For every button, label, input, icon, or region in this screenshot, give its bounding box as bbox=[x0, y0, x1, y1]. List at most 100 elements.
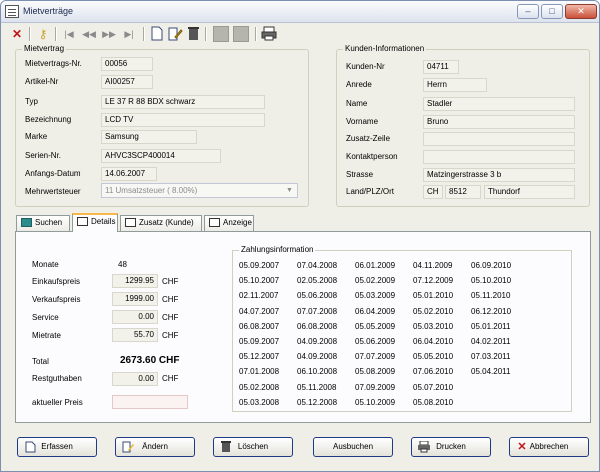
zahlung-date: 06.01.2009 bbox=[355, 261, 396, 270]
marke-label: Marke bbox=[25, 132, 48, 141]
loeschen-button[interactable]: Löschen bbox=[213, 437, 293, 457]
ort-label: Land/PLZ/Ort bbox=[346, 187, 395, 196]
strasse-label: Strasse bbox=[346, 170, 374, 179]
last-icon[interactable]: ▶| bbox=[121, 26, 137, 42]
artikel-nr-label: Artikel-Nr bbox=[25, 77, 59, 86]
new-doc-icon[interactable] bbox=[149, 26, 165, 42]
aendern-button[interactable]: Ändern bbox=[115, 437, 195, 457]
serien-label: Serien-Nr. bbox=[25, 151, 62, 160]
minimize-button[interactable]: – bbox=[517, 4, 539, 19]
kontakt-field[interactable] bbox=[423, 150, 575, 164]
delete-icon[interactable] bbox=[185, 26, 201, 42]
next-icon[interactable]: ▶▶ bbox=[101, 26, 117, 42]
mwst-select[interactable]: 11 Umsatzsteuer ( 8.00%) ▼ bbox=[101, 183, 298, 198]
ort-field[interactable]: Thundorf bbox=[484, 185, 575, 199]
rest-field[interactable]: 0.00 bbox=[112, 372, 158, 386]
serien-field[interactable]: AHVC3SCP400014 bbox=[101, 149, 221, 163]
anrede-label: Anrede bbox=[346, 80, 372, 89]
service-field[interactable]: 0.00 bbox=[112, 310, 158, 324]
aktuell-field[interactable] bbox=[112, 395, 188, 409]
vorname-field[interactable]: Bruno bbox=[423, 115, 575, 129]
zahlung-date: 06.04.2009 bbox=[355, 306, 396, 316]
title-bar: Mietverträge – □ ✕ bbox=[1, 1, 599, 23]
zahlung-date: 05.03.2008 bbox=[239, 397, 280, 407]
zahlung-date: 04.02.2011 bbox=[471, 337, 511, 346]
kunden-nr-label: Kunden-Nr bbox=[346, 62, 385, 71]
drucken-button[interactable]: Drucken bbox=[411, 437, 491, 457]
zahlung-date: 05.01.2010 bbox=[413, 291, 454, 301]
typ-field[interactable]: LE 37 R 88 BDX schwarz bbox=[101, 95, 265, 109]
chevron-down-icon[interactable]: ▼ bbox=[284, 185, 295, 196]
erfassen-label: Erfassen bbox=[41, 442, 73, 451]
zahlung-date: 06.10.2008 bbox=[297, 367, 338, 377]
kontakt-label: Kontaktperson bbox=[346, 152, 398, 161]
edit-doc-icon[interactable] bbox=[167, 26, 183, 42]
zahlung-date: 05.06.2009 bbox=[355, 337, 396, 346]
zusatz-label: Zusatz-Zeile bbox=[346, 134, 391, 143]
plz-field[interactable]: 8512 bbox=[445, 185, 481, 199]
zahlung-date: 06.04.2010 bbox=[413, 337, 454, 346]
abbrechen-button[interactable]: ✕ Abbrechen bbox=[509, 437, 589, 457]
aendern-label: Ändern bbox=[142, 442, 168, 451]
zahlung-date: 02.05.2008 bbox=[297, 276, 338, 286]
tab-zusatz-label: Zusatz (Kunde) bbox=[139, 218, 194, 227]
aktuell-label: aktueller Preis bbox=[32, 398, 83, 407]
abbrechen-label: Abbrechen bbox=[529, 442, 569, 451]
key-icon[interactable]: ⚷ bbox=[35, 26, 51, 42]
tab-suchen[interactable]: Suchen bbox=[16, 215, 70, 231]
typ-label: Typ bbox=[25, 97, 38, 106]
kunden-nr-field[interactable]: 04711 bbox=[423, 60, 459, 74]
zahlung-date: 04.09.2008 bbox=[297, 337, 338, 346]
zahlung-date: 05.11.2008 bbox=[297, 382, 337, 392]
close-red-icon[interactable]: ✕ bbox=[9, 26, 25, 42]
maximize-button[interactable]: □ bbox=[541, 4, 563, 19]
zahlung-date: 05.01.2011 bbox=[471, 321, 511, 331]
zahlung-date: 07.04.2008 bbox=[297, 261, 338, 270]
ausbuchen-label: Ausbuchen bbox=[332, 442, 374, 451]
details-tab-icon bbox=[77, 217, 88, 226]
first-icon[interactable]: |◀ bbox=[61, 26, 77, 42]
zahlung-date: 05.10.2010 bbox=[471, 276, 512, 286]
zusatz-field[interactable] bbox=[423, 132, 575, 146]
anfang-field[interactable]: 14.06.2007 bbox=[101, 167, 157, 181]
kunden-title: Kunden-Informationen bbox=[343, 44, 427, 53]
verkauf-currency: CHF bbox=[162, 295, 179, 304]
zahlung-date: 07.09.2009 bbox=[355, 382, 396, 392]
erfassen-button[interactable]: Erfassen bbox=[17, 437, 97, 457]
print-icon[interactable] bbox=[261, 26, 277, 42]
artikel-nr-field[interactable]: AI00257 bbox=[101, 75, 153, 89]
verkauf-field[interactable]: 1999.00 bbox=[112, 292, 158, 306]
zahlung-date: 06.12.2010 bbox=[471, 306, 512, 316]
mietrate-field[interactable]: 55.70 bbox=[112, 328, 158, 342]
zahlung-date: 04.07.2007 bbox=[239, 306, 280, 316]
einkauf-field[interactable]: 1299.95 bbox=[112, 274, 158, 288]
tab-details[interactable]: Details bbox=[72, 213, 118, 232]
zahlung-date: 04.11.2009 bbox=[413, 261, 453, 270]
close-window-button[interactable]: ✕ bbox=[565, 4, 597, 19]
zahlung-date: 05.12.2008 bbox=[297, 397, 338, 407]
vertrag-nr-field[interactable]: 00056 bbox=[101, 57, 153, 71]
loeschen-label: Löschen bbox=[237, 442, 269, 451]
zahlung-title: Zahlungsinformation bbox=[239, 245, 316, 254]
strasse-field[interactable]: Matzingerstrasse 3 b bbox=[423, 168, 575, 182]
zahlung-date: 05.12.2007 bbox=[239, 352, 280, 362]
zahlung-date: 05.08.2010 bbox=[413, 397, 454, 407]
name-field[interactable]: Stadler bbox=[423, 97, 575, 111]
edit-doc-icon bbox=[122, 441, 134, 453]
print-icon bbox=[418, 440, 430, 453]
zahlung-date: 07.12.2009 bbox=[413, 276, 454, 286]
ausbuchen-button[interactable]: Ausbuchen bbox=[313, 437, 393, 457]
zahlung-date: 07.01.2008 bbox=[239, 367, 280, 377]
tab-anzeige[interactable]: Anzeige bbox=[204, 215, 254, 231]
anrede-field[interactable]: Herrn bbox=[423, 78, 487, 92]
marke-field[interactable]: Samsung bbox=[101, 130, 197, 144]
cancel-x-icon: ✕ bbox=[517, 441, 527, 453]
land-field[interactable]: CH bbox=[423, 185, 443, 199]
prev-icon[interactable]: ◀◀ bbox=[81, 26, 97, 42]
zahlung-date: 06.08.2007 bbox=[239, 321, 280, 331]
bezeichnung-field[interactable]: LCD TV bbox=[101, 113, 265, 127]
blank-1-icon[interactable] bbox=[213, 26, 229, 42]
tab-zusatz[interactable]: Zusatz (Kunde) bbox=[120, 215, 202, 231]
zahlung-date: 05.02.2009 bbox=[355, 276, 396, 286]
blank-2-icon[interactable] bbox=[233, 26, 249, 42]
